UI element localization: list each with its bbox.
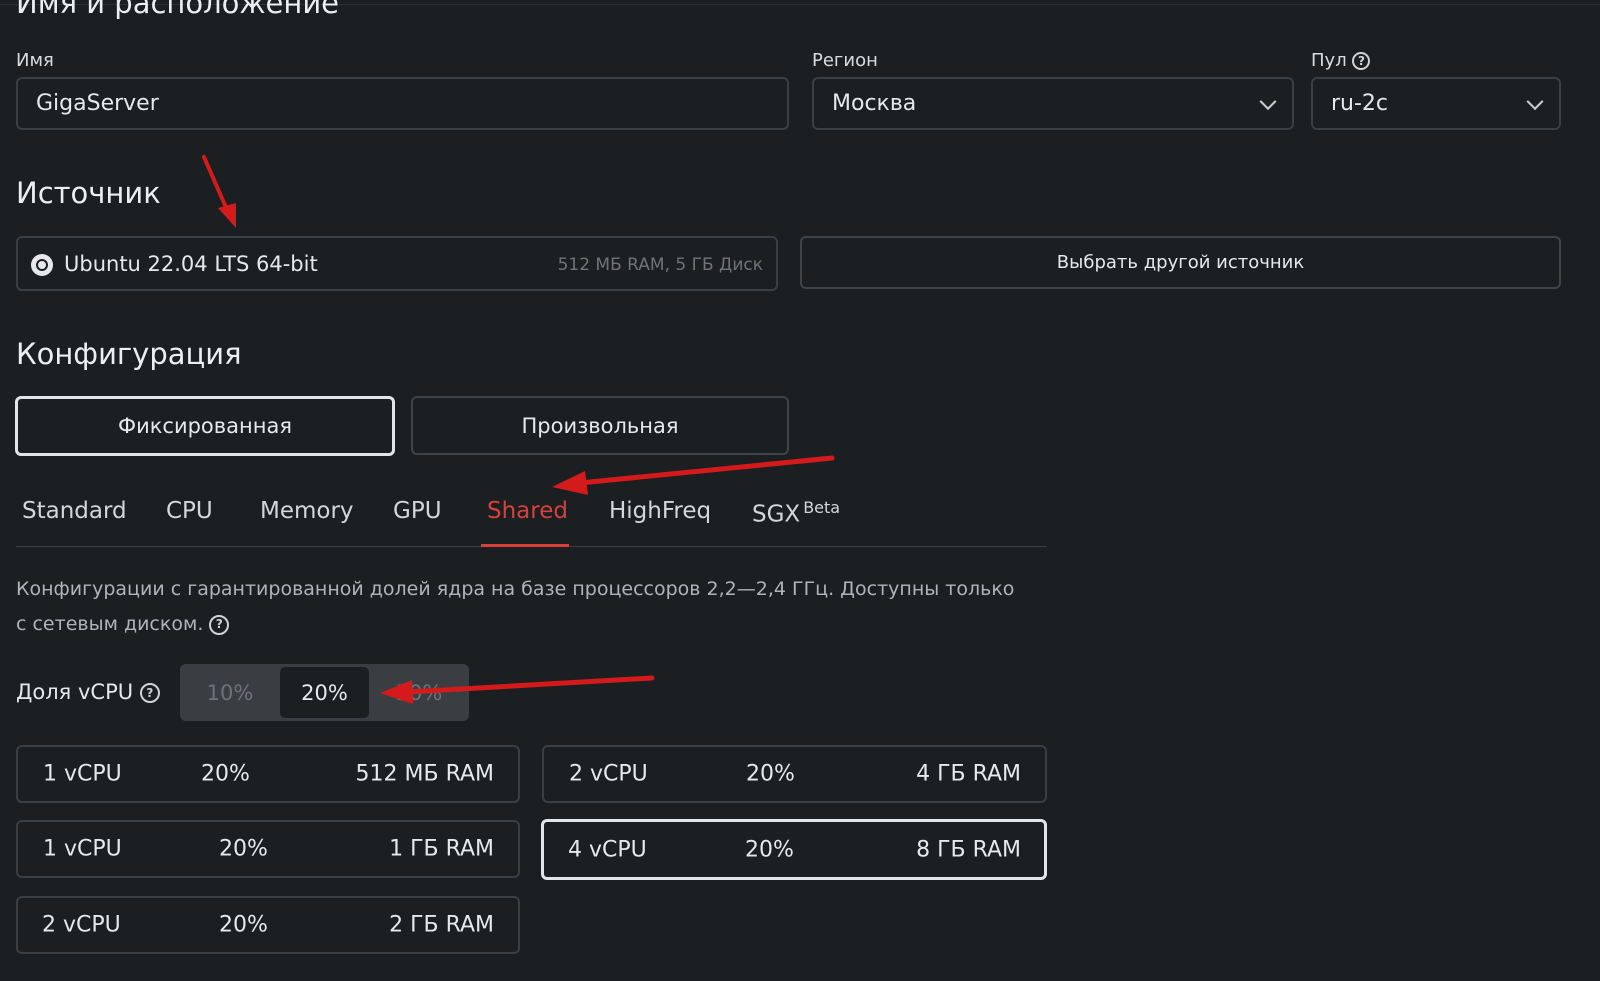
preset-vcpu: 1 vCPU xyxy=(43,761,122,787)
tab-highfreq[interactable]: HighFreq xyxy=(609,498,711,524)
choose-other-source-button[interactable]: Выбрать другой источник xyxy=(800,236,1561,289)
preset-vcpu: 1 vCPU xyxy=(43,836,122,862)
active-tab-indicator xyxy=(481,544,569,547)
configuration-title: Конфигурация xyxy=(16,337,242,371)
region-select-value: Москва xyxy=(832,91,917,116)
vcpu-share-option-50[interactable]: 50% xyxy=(371,666,467,719)
source-image-name: Ubuntu 22.04 LTS 64-bit xyxy=(64,252,318,276)
shared-description-line2-row: с сетевым диском. ? xyxy=(16,607,1014,642)
preset-card-selected[interactable]: 4 vCPU 20% 8 ГБ RAM xyxy=(541,819,1047,880)
section-title-name-location: Имя и расположение xyxy=(16,0,340,20)
source-title: Источник xyxy=(16,176,161,210)
vcpu-share-label-text: Доля vCPU xyxy=(16,680,134,704)
preset-ram: 8 ГБ RAM xyxy=(916,837,1021,862)
vcpu-share-label: Доля vCPU ? xyxy=(16,680,160,704)
pool-select[interactable]: ru-2c xyxy=(1311,77,1561,130)
shared-description-line1: Конфигурации с гарантированной долей ядр… xyxy=(16,578,1015,600)
vcpu-share-option-20[interactable]: 20% xyxy=(280,667,369,718)
preset-card[interactable]: 2 vCPU 20% 2 ГБ RAM xyxy=(16,896,520,954)
preset-ram: 512 МБ RAM xyxy=(355,761,494,787)
vcpu-share-segmented-control: 10% 20% 50% xyxy=(180,664,469,721)
tab-memory[interactable]: Memory xyxy=(260,498,354,524)
annotation-arrow-source xyxy=(202,155,236,228)
preset-vcpu: 4 vCPU xyxy=(568,837,647,862)
shared-description-line2: с сетевым диском. xyxy=(16,613,204,635)
tab-gpu[interactable]: GPU xyxy=(393,498,442,524)
tab-cpu[interactable]: CPU xyxy=(166,498,213,524)
preset-vcpu: 2 vCPU xyxy=(569,761,648,787)
preset-card[interactable]: 1 vCPU 20% 512 МБ RAM xyxy=(16,745,520,803)
chevron-down-icon xyxy=(1259,92,1277,110)
vcpu-share-option-10[interactable]: 10% xyxy=(182,666,278,719)
help-icon[interactable]: ? xyxy=(209,614,230,635)
region-label: Регион xyxy=(812,50,878,71)
help-icon[interactable]: ? xyxy=(139,683,160,703)
region-select[interactable]: Москва xyxy=(812,77,1294,130)
preset-share: 20% xyxy=(219,912,268,938)
preset-ram: 1 ГБ RAM xyxy=(389,836,494,862)
help-icon[interactable]: ? xyxy=(1352,52,1371,70)
name-input-value: GigaServer xyxy=(36,91,159,116)
preset-ram: 4 ГБ RAM xyxy=(916,761,1021,787)
preset-share: 20% xyxy=(219,836,268,862)
pool-label: Пул ? xyxy=(1311,50,1371,71)
source-image-field: Ubuntu 22.04 LTS 64-bit 512 МБ RAM, 5 ГБ… xyxy=(16,236,778,291)
config-mode-fixed-button[interactable]: Фиксированная xyxy=(15,396,395,456)
source-image-specs: 512 МБ RAM, 5 ГБ Диск xyxy=(557,255,763,275)
tab-standard[interactable]: Standard xyxy=(22,498,127,524)
tab-sgx-label: SGX xyxy=(752,501,801,528)
annotation-arrow-shared-tab xyxy=(552,455,835,495)
shared-description: Конфигурации с гарантированной долей ядр… xyxy=(16,572,1014,642)
config-mode-custom-button[interactable]: Произвольная xyxy=(411,396,789,455)
preset-card[interactable]: 1 vCPU 20% 1 ГБ RAM xyxy=(16,820,520,878)
preset-ram: 2 ГБ RAM xyxy=(389,912,494,938)
beta-badge: Beta xyxy=(803,498,841,517)
pool-select-value: ru-2c xyxy=(1331,91,1389,116)
name-label: Имя xyxy=(16,50,54,71)
name-input[interactable]: GigaServer xyxy=(16,77,789,130)
tab-shared[interactable]: Shared xyxy=(487,498,568,524)
preset-vcpu: 2 vCPU xyxy=(42,912,121,938)
preset-share: 20% xyxy=(745,837,794,862)
preset-card[interactable]: 2 vCPU 20% 4 ГБ RAM xyxy=(542,745,1047,803)
preset-share: 20% xyxy=(746,761,795,787)
tab-sgx[interactable]: SGX Beta xyxy=(752,498,840,528)
preset-share: 20% xyxy=(201,761,250,787)
chevron-down-icon xyxy=(1526,92,1544,110)
ubuntu-icon xyxy=(31,254,53,276)
pool-label-text: Пул xyxy=(1311,50,1347,71)
